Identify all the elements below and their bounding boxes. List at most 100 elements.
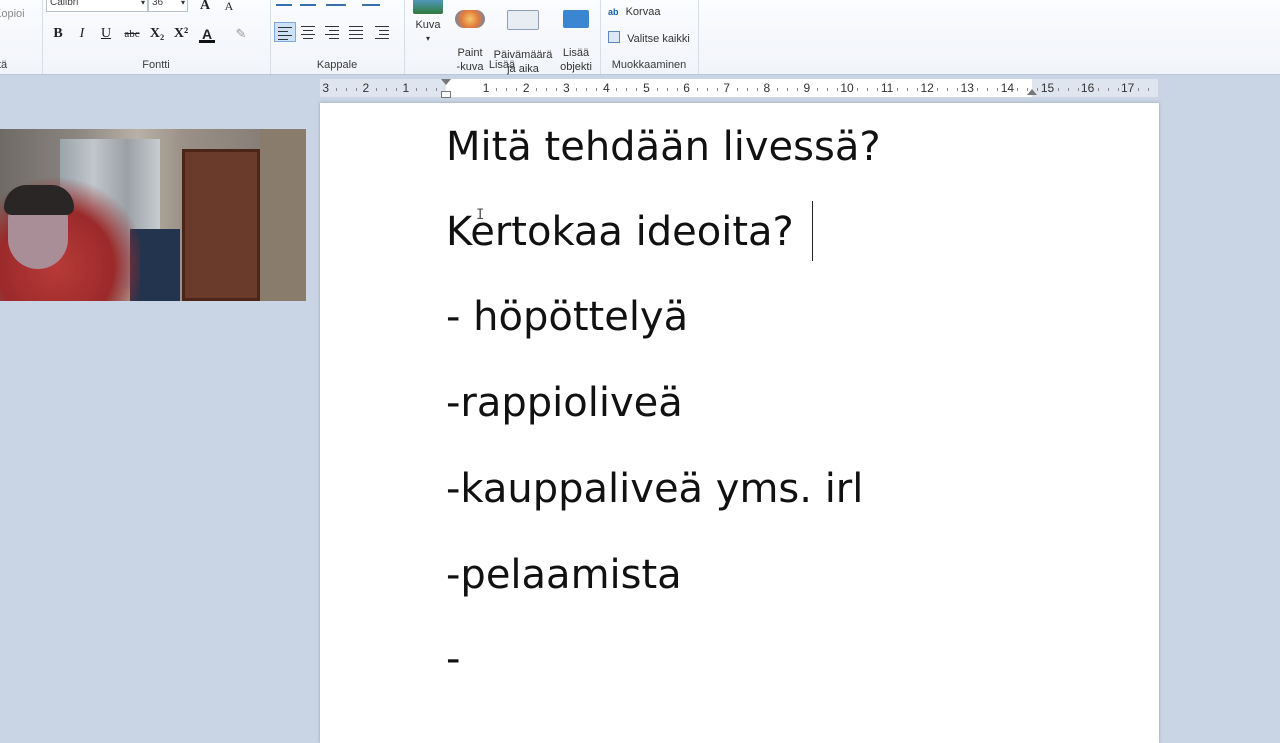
ruler-tick: [746, 88, 748, 91]
ruler-tick: [1147, 88, 1149, 91]
document-line[interactable]: - höpöttelyä: [446, 293, 688, 341]
bold-button[interactable]: B: [47, 24, 69, 44]
copy-button[interactable]: Kopioi: [0, 8, 25, 20]
font-color-bar: [199, 40, 215, 43]
font-name-dropdown[interactable]: Calibri ▾: [46, 0, 148, 12]
ruler-tick: [516, 88, 518, 91]
ruler-tick: [1097, 88, 1099, 91]
font-size-value: 36: [152, 0, 164, 8]
ruler-tick: [415, 88, 417, 91]
highlighter-icon[interactable]: ✎: [230, 24, 252, 44]
font-size-dropdown[interactable]: 36 ▾: [148, 0, 188, 12]
webcam-overlay: [0, 129, 306, 301]
picture-icon: [413, 0, 443, 14]
ruler-tick-label: 4: [603, 81, 610, 95]
ruler-tick: [1057, 88, 1059, 91]
webcam-shelf: [182, 149, 260, 301]
editing-group-label: Muokkaaminen: [611, 59, 687, 71]
webcam-hair: [4, 185, 74, 215]
ruler-tick: [395, 88, 397, 91]
ruler-tick-label: 13: [960, 81, 974, 95]
line-spacing-icon[interactable]: [362, 0, 380, 6]
subscript-button[interactable]: X₂: [146, 24, 168, 44]
ruler-tick: [656, 88, 658, 91]
right-indent-marker[interactable]: [1027, 89, 1037, 95]
ruler-tick-label: 12: [920, 81, 934, 95]
first-line-indent-marker[interactable]: [441, 79, 451, 85]
left-indent-marker[interactable]: [441, 91, 451, 98]
italic-button[interactable]: I: [71, 24, 93, 44]
ruler-tick: [546, 88, 548, 91]
ruler-tick: [897, 88, 899, 91]
clipboard-group: Kopioi tä: [0, 0, 43, 74]
ruler-tick: [836, 88, 838, 91]
ruler-tick: [385, 88, 387, 91]
ruler-tick-label: 11: [880, 81, 894, 95]
grow-font-button[interactable]: A: [194, 0, 216, 16]
align-left-button[interactable]: [274, 22, 296, 42]
ruler-tick: [596, 88, 598, 91]
ruler-tick: [676, 88, 678, 91]
select-all-label: Valitse kaikki: [627, 33, 690, 45]
align-right-button[interactable]: [322, 22, 344, 42]
ruler-tick: [977, 88, 979, 91]
ruler-left-margin: [320, 79, 446, 97]
ruler-tick-label: 10: [840, 81, 854, 95]
ruler-tick: [857, 88, 859, 91]
document-line[interactable]: -pelaamista: [446, 551, 682, 599]
document-page[interactable]: Mitä tehdään livessä? Kertokaa ideoita? …: [320, 103, 1159, 743]
horizontal-ruler[interactable]: 3 2 1 1 2 3 4 5 6 7 8 9 10 11 12 13 14 15 16 17: [320, 79, 1158, 98]
ruler-tick: [375, 88, 377, 91]
document-line[interactable]: -kauppaliveä yms. irl: [446, 465, 863, 513]
font-group: Calibri ▾ 36 ▾ A A B I U abc X₂ X² A ✎ F…: [42, 0, 271, 74]
calendar-clock-icon: [507, 10, 539, 30]
ruler-tick: [586, 88, 588, 91]
ruler-tick: [917, 88, 919, 91]
replace-label: Korvaa: [625, 6, 661, 18]
ruler-tick: [786, 88, 788, 91]
indent-increase-icon[interactable]: [300, 0, 316, 6]
document-line[interactable]: -: [446, 635, 460, 683]
ruler-tick-label: 3: [562, 81, 570, 95]
align-center-button[interactable]: [298, 22, 320, 42]
ruler-tick: [907, 88, 909, 91]
ruler-tick: [816, 88, 818, 91]
chevron-down-icon: ▾: [425, 34, 430, 43]
object-icon: [563, 10, 589, 28]
ruler-tick: [556, 88, 558, 91]
ruler-tick-label: 2: [362, 81, 370, 95]
webcam-wall: [260, 129, 306, 301]
justify-button[interactable]: [346, 22, 368, 42]
ruler-tick: [506, 88, 508, 91]
ruler-tick: [987, 88, 989, 91]
paragraph-settings-button[interactable]: [372, 22, 394, 42]
paint-palette-icon: [455, 10, 485, 28]
ruler-tick-label: 5: [643, 81, 650, 95]
chevron-down-icon: ▾: [180, 0, 185, 7]
ruler-tick: [716, 88, 718, 91]
underline-button[interactable]: U: [95, 24, 117, 44]
document-line[interactable]: -rappioliveä: [446, 379, 683, 427]
ruler-tick-label: 7: [723, 81, 731, 95]
ruler-tick: [826, 88, 828, 91]
document-line[interactable]: Kertokaa ideoita?: [446, 208, 794, 256]
replace-button[interactable]: ab Korvaa: [608, 6, 660, 18]
chevron-down-icon: ▾: [140, 0, 145, 7]
indent-decrease-icon[interactable]: [276, 0, 292, 6]
insert-picture-button[interactable]: Kuva ▾: [410, 0, 446, 46]
ruler-tick-label: 6: [683, 81, 690, 95]
webcam-person: [0, 169, 140, 301]
font-color-button[interactable]: A: [196, 24, 218, 44]
bullet-list-icon[interactable]: [326, 0, 346, 6]
ruler-tick: [576, 88, 578, 91]
shrink-font-button[interactable]: A: [218, 0, 240, 16]
replace-icon: ab: [608, 7, 619, 17]
select-all-button[interactable]: Valitse kaikki: [608, 31, 690, 45]
clipboard-group-label: tä: [0, 59, 8, 71]
strikethrough-button[interactable]: abc: [121, 24, 143, 44]
ruler-tick: [425, 88, 427, 91]
document-line[interactable]: Mitä tehdään livessä?: [446, 123, 881, 171]
ruler-tick-label: 1: [402, 81, 410, 95]
insert-group: Kuva ▾ Paint -kuva Päivämäärä ja aika Li…: [404, 0, 601, 75]
superscript-button[interactable]: X²: [170, 24, 192, 44]
